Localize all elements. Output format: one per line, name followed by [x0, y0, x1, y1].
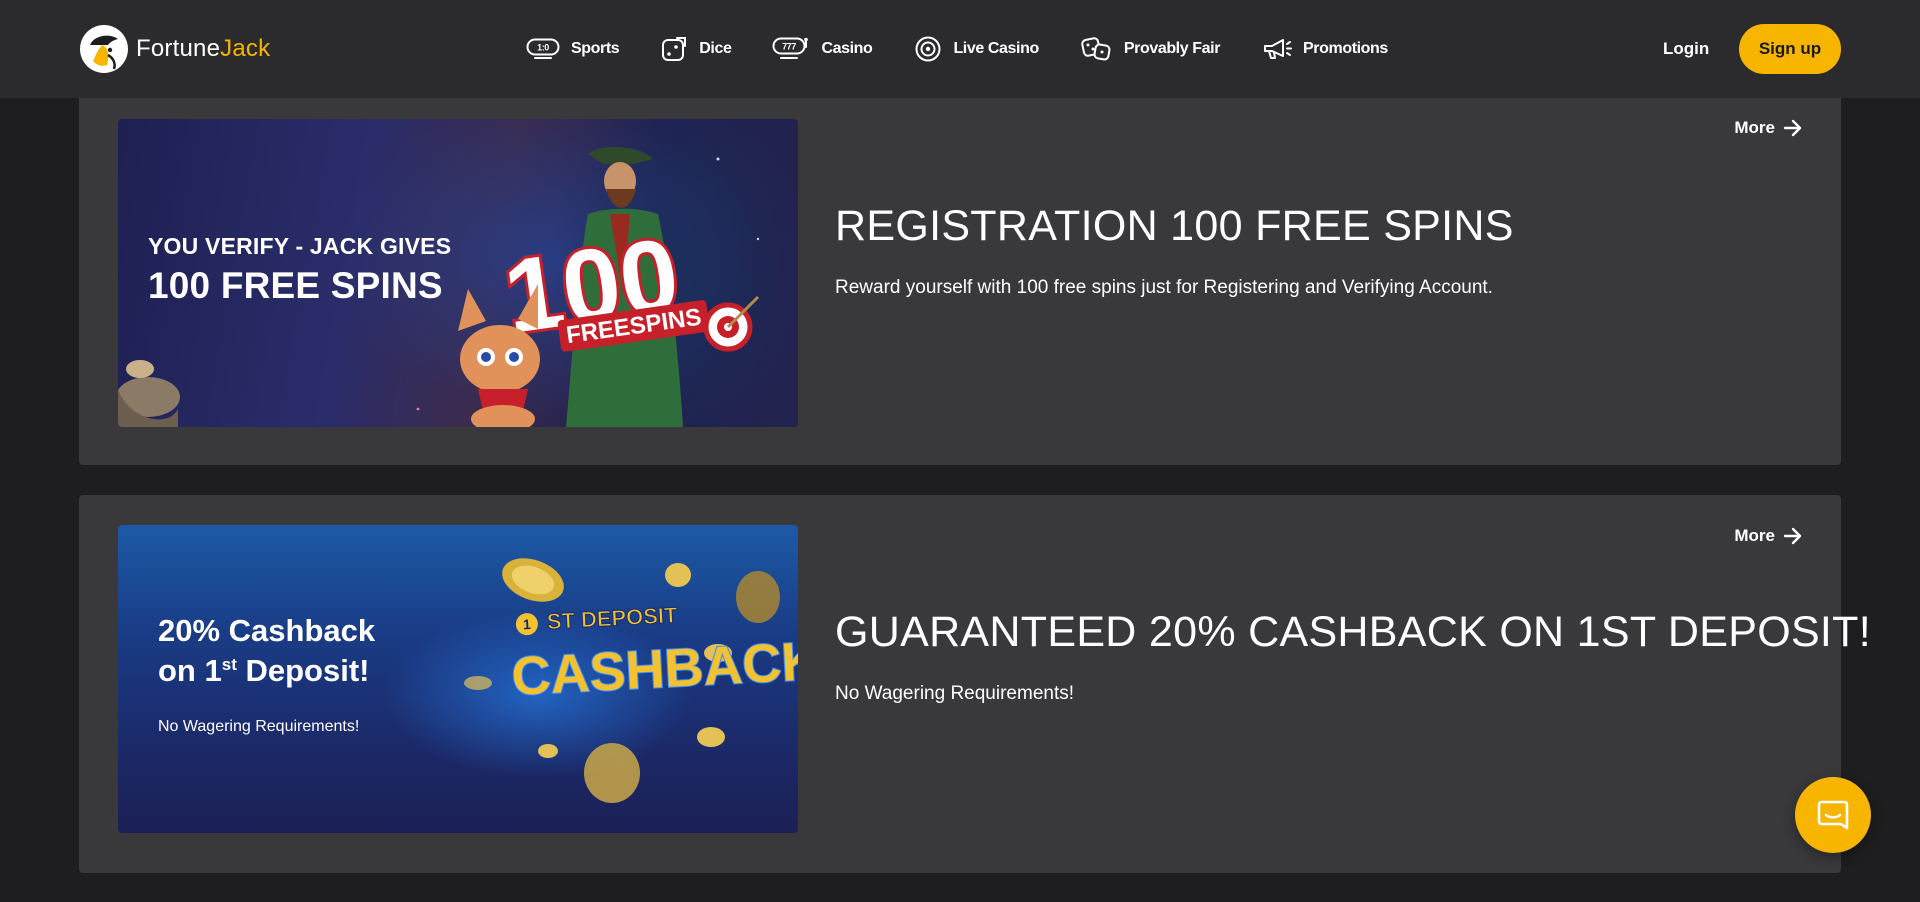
cashback-banner-line3: No Wagering Requirements! [158, 718, 360, 735]
nav-provably-fair-label: Provably Fair [1123, 40, 1221, 57]
slot-777-icon: 777 [772, 37, 809, 59]
megaphone-icon [1264, 39, 1293, 59]
nav-casino-label: Casino [821, 40, 873, 57]
nav-live-casino[interactable]: Live Casino [914, 35, 1039, 63]
cashback-badge-top: ST DEPOSIT [546, 602, 678, 634]
nav-promotions-label: Promotions [1303, 40, 1388, 57]
promo-description-cashback: No Wagering Requirements! [835, 683, 1075, 704]
more-link-cashback[interactable]: More [1734, 526, 1803, 546]
cashback-line2-prefix: on 1 [158, 653, 222, 688]
svg-text:777: 777 [783, 42, 797, 52]
promo-card-free-spins: 100 FREESPINS YOU VERIFY - JACK GIVES 10… [79, 70, 1841, 465]
nav-sports-label: Sports [571, 40, 620, 57]
nav-dice[interactable]: Dice [660, 35, 732, 63]
cashback-banner-line1: 20% Cashback [158, 613, 376, 648]
cashback-badge-main: CASHBACK [510, 631, 798, 707]
live-casino-chip-icon [915, 36, 941, 62]
more-label: More [1734, 118, 1775, 137]
cashback-line2-suffix: Deposit! [236, 653, 370, 688]
top-header: FortuneJack 1:0 Sports Dice 777 Casino L… [0, 0, 1920, 98]
logo-word-fortune: Fortune [136, 35, 221, 62]
more-link-free-spins[interactable]: More [1734, 118, 1803, 138]
cashback-line2-sup: st [221, 655, 237, 674]
nav-sports[interactable]: 1:0 Sports [526, 38, 620, 60]
arrow-right-icon [1783, 119, 1802, 137]
fortunejack-logo[interactable]: FortuneJack [80, 25, 270, 73]
promo-title-cashback: GUARANTEED 20% CASHBACK ON 1ST DEPOSIT! [835, 608, 1871, 656]
svg-text:1: 1 [523, 616, 532, 632]
promo-banner-cashback[interactable]: 1 ST DEPOSIT CASHBACK 20% Cashback on 1s… [118, 525, 798, 833]
promo-description-free-spins: Reward yourself with 100 free spins just… [835, 277, 1493, 298]
free-spins-banner-line2: 100 FREE SPINS [148, 265, 443, 306]
logo-wordmark: FortuneJack [136, 35, 270, 63]
arrow-right-icon [1783, 527, 1802, 545]
svg-text:1:0: 1:0 [537, 43, 549, 53]
main-nav: 1:0 Sports Dice 777 Casino Live Casino P… [526, 33, 1388, 65]
signup-button[interactable]: Sign up [1739, 24, 1841, 74]
more-label: More [1734, 526, 1775, 545]
nav-casino[interactable]: 777 Casino [772, 37, 873, 61]
sports-score-icon: 1:0 [526, 38, 560, 59]
logo-word-jack: Jack [220, 35, 271, 62]
nav-promotions[interactable]: Promotions [1262, 36, 1388, 62]
nav-dice-label: Dice [699, 40, 732, 57]
promo-banner-free-spins[interactable]: 100 FREESPINS YOU VERIFY - JACK GIVES 10… [118, 119, 798, 427]
promo-title-free-spins: REGISTRATION 100 FREE SPINS [835, 202, 1514, 250]
provably-fair-dice-icon [1081, 37, 1111, 61]
promo-card-cashback: 1 ST DEPOSIT CASHBACK 20% Cashback on 1s… [79, 495, 1871, 873]
nav-provably-fair[interactable]: Provably Fair [1081, 35, 1220, 63]
login-button[interactable]: Login [1663, 39, 1709, 59]
cashback-banner-line2: on 1st Deposit! [158, 653, 369, 689]
fortunejack-pirate-logo-icon [80, 25, 128, 73]
chat-launcher-button[interactable] [1795, 777, 1871, 853]
nav-live-casino-label: Live Casino [953, 40, 1039, 57]
dice-icon [662, 37, 687, 61]
chat-bubble-icon [1817, 800, 1849, 830]
free-spins-banner-line1: YOU VERIFY - JACK GIVES [148, 233, 452, 259]
